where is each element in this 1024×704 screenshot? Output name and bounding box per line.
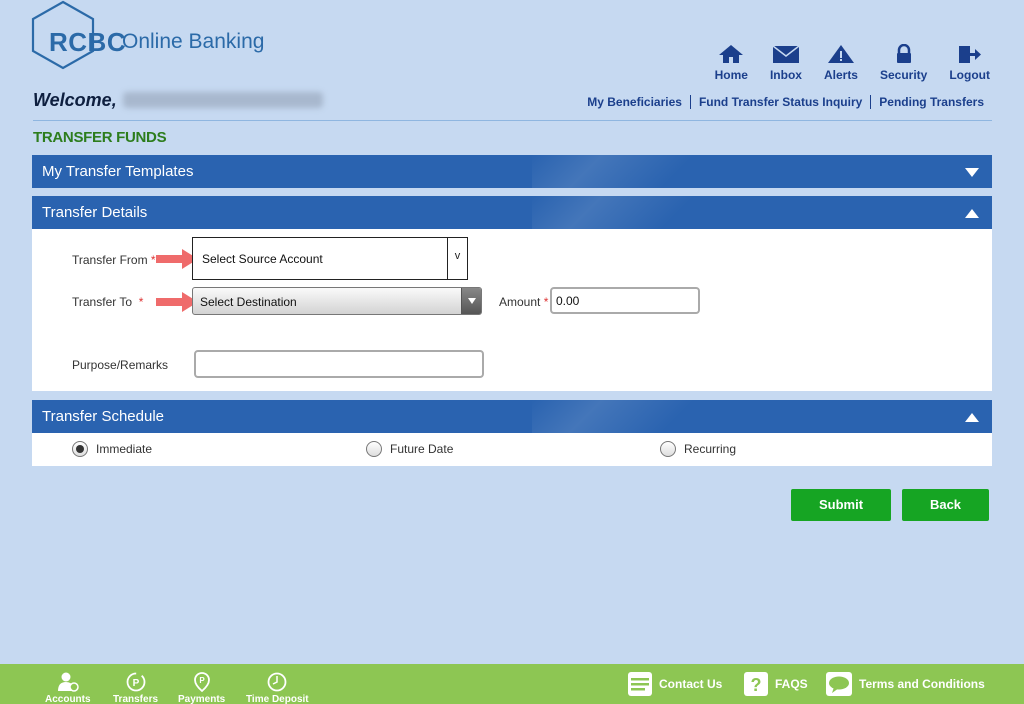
section-title-templates: My Transfer Templates (42, 163, 194, 180)
nav-alerts-label: Alerts (823, 68, 858, 82)
chevron-up-icon[interactable] (964, 207, 980, 219)
section-title-schedule: Transfer Schedule (42, 408, 165, 425)
radio-button-selected[interactable] (72, 441, 88, 457)
logo-online-banking-text: Online Banking (122, 30, 265, 53)
amount-input[interactable] (550, 287, 700, 314)
nav-home[interactable]: Home (715, 44, 748, 82)
footer-nav-time-deposit[interactable]: Time Deposit (246, 672, 309, 704)
section-title-details: Transfer Details (42, 204, 148, 221)
nav-alerts[interactable]: Alerts (824, 44, 858, 82)
footer-link-contact-us-label: Contact Us (659, 677, 723, 691)
nav-security[interactable]: Security (880, 44, 927, 82)
link-my-beneficiaries[interactable]: My Beneficiaries (587, 95, 682, 109)
band-stripe (532, 196, 732, 229)
rcbc-logo: RCBC Online Banking (30, 0, 290, 72)
footer-link-contact-us[interactable]: Contact Us (627, 671, 722, 697)
welcome-message: Welcome, (33, 90, 323, 111)
contact-icon (628, 672, 652, 696)
nav-security-label: Security (879, 68, 928, 82)
footer-link-terms[interactable]: Terms and Conditions (825, 671, 985, 697)
radio-recurring-label: Recurring (684, 442, 737, 456)
chevron-down-icon[interactable] (964, 166, 980, 178)
amount-label-text: Amount (499, 295, 541, 309)
footer-link-terms-label: Terms and Conditions (859, 677, 985, 691)
band-stripe (532, 400, 732, 433)
transfer-from-dropdown-button[interactable]: v (447, 238, 467, 279)
link-fund-transfer-status-inquiry[interactable]: Fund Transfer Status Inquiry (699, 95, 862, 109)
logout-icon (958, 46, 981, 63)
question-icon: ? (744, 672, 768, 696)
clock-icon (267, 672, 287, 692)
radio-future-date-label: Future Date (390, 442, 454, 456)
footer-nav-accounts[interactable]: Accounts (45, 672, 91, 704)
warning-icon (827, 45, 854, 63)
nav-logout[interactable]: Logout (949, 44, 990, 82)
purpose-remarks-input[interactable] (194, 350, 484, 378)
transfer-from-label: Transfer From * (72, 253, 156, 267)
payments-icon: P (193, 672, 210, 692)
transfer-to-dropdown-button[interactable] (461, 288, 481, 314)
home-icon (719, 45, 744, 63)
page-title: TRANSFER FUNDS (33, 129, 167, 146)
svg-text:P: P (199, 676, 205, 685)
lock-icon (896, 44, 911, 63)
footer-link-faqs[interactable]: ? FAQS (743, 671, 808, 697)
footer-nav-transfers-label: Transfers (113, 694, 159, 704)
radio-immediate[interactable]: Immediate (72, 441, 152, 457)
welcome-text: Welcome, (33, 90, 117, 110)
radio-immediate-label: Immediate (96, 442, 153, 456)
transfer-to-value: Select Destination (200, 295, 297, 309)
header-divider (33, 120, 992, 121)
transfer-schedule-panel: Immediate Future Date Recurring (32, 433, 992, 466)
top-navigation: Home Inbox Alerts Security Logout (693, 44, 990, 82)
logo-rcbc-text: RCBC (49, 27, 127, 57)
radio-recurring[interactable]: Recurring (660, 441, 736, 457)
transfer-to-label-text: Transfer To (72, 295, 133, 309)
nav-inbox[interactable]: Inbox (770, 44, 802, 82)
section-header-details[interactable]: Transfer Details (32, 196, 992, 229)
transfer-to-select[interactable]: Select Destination (192, 287, 482, 315)
footer-nav-accounts-label: Accounts (45, 694, 91, 704)
envelope-icon (772, 45, 800, 63)
required-mark: * (150, 253, 156, 267)
transfer-details-panel: Transfer From * Select Source Account v … (32, 229, 992, 391)
purpose-remarks-label: Purpose/Remarks (72, 358, 169, 372)
nav-inbox-label: Inbox (769, 68, 802, 82)
transfer-from-select[interactable]: Select Source Account v (192, 237, 468, 280)
blurred-username (122, 92, 323, 108)
chevron-up-icon[interactable] (964, 411, 980, 423)
footer-nav-payments[interactable]: P Payments (178, 672, 225, 704)
chat-bubble-icon (826, 672, 852, 696)
footer-nav-time-deposit-label: Time Deposit (246, 694, 309, 704)
section-header-schedule[interactable]: Transfer Schedule (32, 400, 992, 433)
transfer-to-label: Transfer To * (72, 295, 143, 309)
footer-nav-transfers[interactable]: P Transfers (113, 672, 158, 704)
footer-bar: Accounts P Transfers P Payments Time Dep… (0, 664, 1024, 704)
divider (870, 95, 872, 109)
link-pending-transfers[interactable]: Pending Transfers (879, 95, 984, 109)
amount-label: Amount * (499, 295, 548, 309)
back-button[interactable]: Back (902, 489, 989, 521)
nav-logout-label: Logout (949, 68, 990, 82)
svg-text:P: P (132, 678, 139, 689)
nav-home-label: Home (714, 68, 748, 82)
svg-text:?: ? (751, 675, 762, 695)
submit-button[interactable]: Submit (791, 489, 891, 521)
required-mark: * (138, 295, 144, 309)
required-mark: * (543, 295, 549, 309)
accounts-icon (57, 672, 79, 692)
transfers-icon: P (126, 672, 145, 692)
band-stripe (532, 155, 732, 188)
footer-link-faqs-label: FAQS (775, 677, 808, 691)
transfer-from-label-text: Transfer From (72, 253, 148, 267)
sub-links: My Beneficiaries Fund Transfer Status In… (587, 95, 984, 109)
section-header-templates[interactable]: My Transfer Templates (32, 155, 992, 188)
radio-future-date[interactable]: Future Date (366, 441, 453, 457)
divider (689, 95, 691, 109)
radio-button[interactable] (660, 441, 676, 457)
transfer-from-value: Select Source Account (202, 252, 323, 266)
radio-button[interactable] (366, 441, 382, 457)
footer-nav-payments-label: Payments (178, 694, 226, 704)
